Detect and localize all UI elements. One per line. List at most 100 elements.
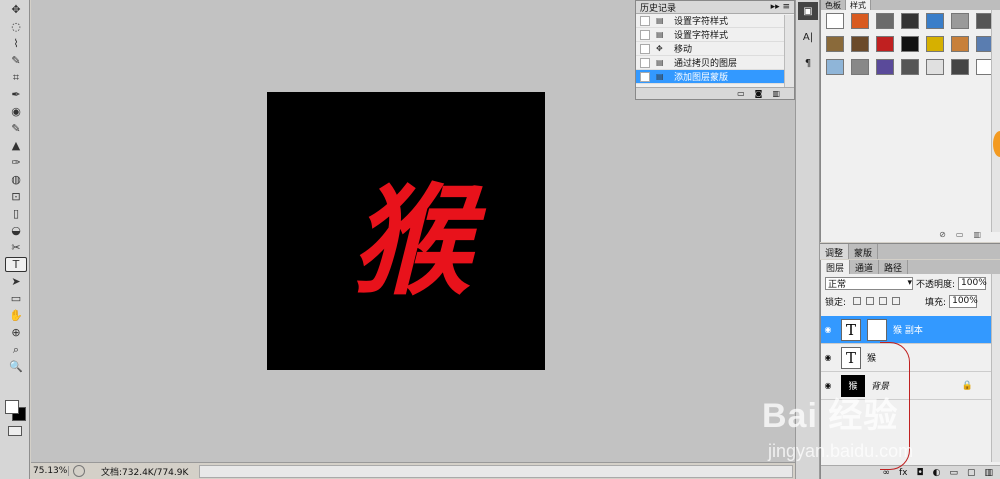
healing-tool-icon[interactable]: ◉ xyxy=(5,104,27,119)
zoom-tool-icon[interactable]: 🔍 xyxy=(5,359,27,374)
side-widget[interactable] xyxy=(993,131,1000,157)
history-scrollbar[interactable] xyxy=(784,15,794,87)
fill-input[interactable]: 100% xyxy=(949,294,978,308)
toolbox: ✥ ◌ ⌇ ✎ ⌗ ✒ ◉ ✎ ▲ ✑ ◍ ⊡ ▯ ◒ ✂ T ➤ ▭ ✋ ⊕ … xyxy=(0,0,30,479)
styles-scrollbar[interactable] xyxy=(991,10,1000,232)
shape-tool-icon[interactable]: ▭ xyxy=(5,291,27,306)
style-swatch[interactable] xyxy=(901,13,919,29)
style-swatch[interactable] xyxy=(876,59,894,75)
lock-pixels-icon[interactable] xyxy=(866,297,875,305)
style-swatch[interactable] xyxy=(826,13,844,29)
paragraph-dock-icon[interactable]: ¶ xyxy=(798,54,818,72)
character-dock-icon[interactable]: A| xyxy=(798,28,818,46)
style-swatch[interactable] xyxy=(951,59,969,75)
history-item[interactable]: ▤ 设置字符样式 xyxy=(636,28,794,42)
tab-adjustments[interactable]: 调整 xyxy=(820,244,850,259)
tab-paths[interactable]: 路径 xyxy=(879,260,909,274)
opacity-input[interactable]: 100% xyxy=(958,276,987,290)
watermark-url: jingyan.baidu.com xyxy=(768,441,914,461)
history-snapshot-checkbox[interactable] xyxy=(640,71,650,82)
eye-icon[interactable]: ◉ xyxy=(821,325,835,334)
eraser-tool-icon[interactable]: ◍ xyxy=(5,172,27,187)
crop-tool-icon[interactable]: ⌗ xyxy=(5,70,27,85)
trash-icon[interactable]: ▥ xyxy=(973,230,981,242)
style-swatch[interactable] xyxy=(951,36,969,52)
new-document-icon[interactable]: ▭ xyxy=(737,89,745,98)
style-swatch[interactable] xyxy=(851,13,869,29)
style-swatch[interactable] xyxy=(826,36,844,52)
new-layer-icon[interactable]: ▢ xyxy=(967,468,976,478)
lock-position-icon[interactable] xyxy=(879,297,888,305)
lock-all-icon[interactable] xyxy=(892,297,901,305)
history-snapshot-checkbox[interactable] xyxy=(640,29,650,40)
style-swatch[interactable] xyxy=(851,36,869,52)
history-item-label: 移动 xyxy=(674,45,693,55)
status-info-icon[interactable] xyxy=(73,465,85,477)
stamp-tool-icon[interactable]: ▲ xyxy=(5,138,27,153)
tab-styles[interactable]: 样式 xyxy=(846,0,871,10)
blend-mode-select[interactable]: 正常 ▾ xyxy=(825,276,913,290)
eyedropper-tool-icon[interactable]: ✒ xyxy=(5,87,27,102)
style-swatch[interactable] xyxy=(851,59,869,75)
tab-masks[interactable]: 蒙版 xyxy=(849,244,879,259)
clear-style-icon[interactable]: ⊘ xyxy=(939,230,946,242)
gradient-tool-icon[interactable]: ⊡ xyxy=(5,189,27,204)
fx-icon[interactable]: fx xyxy=(899,468,908,478)
history-dock-icon[interactable]: ▣ xyxy=(798,2,818,20)
eye-icon[interactable]: ◉ xyxy=(821,353,835,362)
blur-tool-icon[interactable]: ▯ xyxy=(5,206,27,221)
panel-menu-icon[interactable]: ▸▸ ≡ xyxy=(771,2,790,12)
new-style-icon[interactable]: ▭ xyxy=(956,230,964,242)
style-swatch[interactable] xyxy=(876,36,894,52)
3d-orbit-tool-icon[interactable]: ⌕ xyxy=(5,342,27,357)
style-swatch[interactable] xyxy=(876,13,894,29)
adjustment-layer-icon[interactable]: ◐ xyxy=(933,468,941,478)
trash-icon[interactable]: ▥ xyxy=(984,468,993,478)
history-item[interactable]: ✥ 移动 xyxy=(636,42,794,56)
layer-name[interactable]: 猴 xyxy=(867,351,876,364)
snapshot-icon[interactable]: ◙ xyxy=(755,89,763,98)
style-swatch[interactable] xyxy=(926,13,944,29)
quick-select-tool-icon[interactable]: ✎ xyxy=(5,53,27,68)
history-item[interactable]: ▤ 添加图层蒙版 xyxy=(636,70,794,84)
group-icon[interactable]: ▭ xyxy=(949,468,958,478)
3d-rotate-tool-icon[interactable]: ⊕ xyxy=(5,325,27,340)
dodge-tool-icon[interactable]: ◒ xyxy=(5,223,27,238)
style-swatch[interactable] xyxy=(826,59,844,75)
history-brush-tool-icon[interactable]: ✑ xyxy=(5,155,27,170)
history-item[interactable]: ▤ 通过拷贝的图层 xyxy=(636,56,794,70)
pen-tool-icon[interactable]: ✂ xyxy=(5,240,27,255)
brush-tool-icon[interactable]: ✎ xyxy=(5,121,27,136)
style-swatch[interactable] xyxy=(926,59,944,75)
style-swatch[interactable] xyxy=(926,36,944,52)
zoom-level[interactable]: 75.13% xyxy=(31,466,69,476)
tab-layers[interactable]: 图层 xyxy=(821,260,851,274)
type-tool-icon[interactable]: T xyxy=(5,257,27,272)
foreground-color-swatch[interactable] xyxy=(5,400,19,414)
layers-scrollbar[interactable] xyxy=(991,274,1000,462)
move-tool-icon[interactable]: ✥ xyxy=(5,2,27,17)
history-snapshot-checkbox[interactable] xyxy=(640,43,650,54)
history-item[interactable]: ▤ 设置字符样式 xyxy=(636,14,794,28)
tab-swatches[interactable]: 色板 xyxy=(821,0,846,10)
document-canvas[interactable]: 猴 xyxy=(267,92,545,370)
style-swatch[interactable] xyxy=(901,36,919,52)
hand-tool-icon[interactable]: ✋ xyxy=(5,308,27,323)
layer-name[interactable]: 猴 副本 xyxy=(893,323,923,336)
style-swatch[interactable] xyxy=(951,13,969,29)
lock-transparent-icon[interactable] xyxy=(853,297,862,305)
marquee-tool-icon[interactable]: ◌ xyxy=(5,19,27,34)
quick-mask-icon[interactable] xyxy=(8,426,22,436)
trash-icon[interactable]: ▥ xyxy=(772,89,780,98)
horizontal-scrollbar[interactable] xyxy=(199,464,793,478)
path-select-tool-icon[interactable]: ➤ xyxy=(5,274,27,289)
layer-mask-thumbnail[interactable] xyxy=(867,318,887,341)
add-mask-icon[interactable]: ◘ xyxy=(916,468,923,478)
history-tab[interactable]: 历史记录 xyxy=(640,1,676,14)
history-snapshot-checkbox[interactable] xyxy=(640,15,650,26)
style-swatch[interactable] xyxy=(901,59,919,75)
history-snapshot-checkbox[interactable] xyxy=(640,57,650,68)
layer-row[interactable]: ◉ T 猴 副本 xyxy=(821,316,993,344)
tab-channels[interactable]: 通道 xyxy=(850,260,880,274)
lasso-tool-icon[interactable]: ⌇ xyxy=(5,36,27,51)
